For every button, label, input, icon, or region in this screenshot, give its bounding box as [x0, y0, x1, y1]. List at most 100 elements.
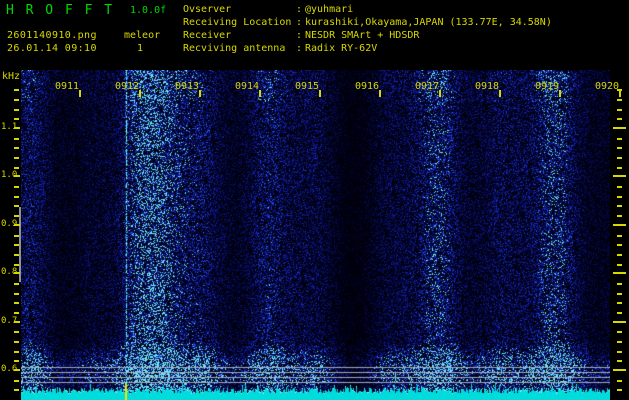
y-minor-tick-left [14, 254, 19, 256]
x-tick-label: 0916 [355, 81, 380, 92]
x-tick-mark [559, 90, 561, 97]
y-minor-tick-right [617, 196, 622, 198]
y-minor-tick-right [617, 302, 622, 304]
y-major-tick-left [14, 369, 20, 371]
band-marker-bar [19, 207, 21, 282]
y-minor-tick-left [14, 138, 19, 140]
y-minor-tick-left [14, 244, 19, 246]
info-label: Receiving Location [183, 17, 292, 28]
y-major-tick-right [613, 127, 626, 129]
y-minor-tick-right [617, 138, 622, 140]
y-minor-tick-left [14, 157, 19, 159]
y-minor-tick-right [617, 205, 622, 207]
y-minor-tick-left [14, 389, 19, 391]
x-tick-label: 0914 [235, 81, 260, 92]
info-label: Receiver [183, 30, 232, 41]
y-minor-tick-left [14, 302, 19, 304]
y-minor-tick-right [617, 157, 622, 159]
x-tick-mark [619, 90, 621, 97]
y-minor-tick-right [617, 118, 622, 120]
y-major-tick-left [14, 127, 20, 129]
y-minor-tick-right [617, 215, 622, 217]
station-channel: 1 [137, 43, 144, 54]
y-minor-tick-right [617, 264, 622, 266]
y-major-tick-right [613, 320, 626, 323]
y-minor-tick-left [14, 186, 19, 188]
station-label: meleor [124, 30, 161, 41]
app-version: 1.0.0f [130, 5, 167, 16]
x-tick-mark [139, 90, 141, 97]
y-minor-tick-right [617, 186, 622, 188]
x-tick-mark [259, 90, 261, 97]
y-minor-tick-left [14, 312, 19, 314]
y-minor-tick-left [14, 360, 19, 362]
y-minor-tick-left [14, 283, 19, 285]
x-tick-label: 0913 [175, 81, 200, 92]
info-label: Ovserver [183, 4, 232, 15]
y-minor-tick-left [14, 341, 19, 343]
y-minor-tick-left [14, 109, 19, 111]
info-row-receiver: Receiver : NESDR SMArt + HDSDR [183, 30, 419, 41]
app-title: H R O F F T [6, 3, 115, 18]
x-tick-label: 0918 [475, 81, 500, 92]
y-major-tick-right [613, 369, 626, 371]
y-minor-tick-right [617, 147, 622, 149]
y-minor-tick-left [14, 235, 19, 237]
y-minor-tick-left [14, 147, 19, 149]
x-tick-label: 0915 [295, 81, 320, 92]
y-minor-tick-left [14, 89, 19, 91]
y-minor-tick-left [14, 331, 19, 333]
y-major-tick-left [14, 320, 20, 323]
y-minor-tick-right [617, 283, 622, 285]
x-tick-mark [499, 90, 501, 97]
y-minor-tick-right [617, 331, 622, 333]
info-separator: : [296, 43, 303, 54]
y-minor-tick-right [617, 167, 622, 169]
x-tick-mark [379, 90, 381, 97]
info-label: Recviving antenna [183, 43, 286, 54]
x-tick-mark [439, 90, 441, 97]
y-minor-tick-left [14, 205, 19, 207]
x-tick-label: 0917 [415, 81, 440, 92]
y-minor-tick-right [617, 351, 622, 353]
x-tick-label: 0919 [535, 81, 560, 92]
y-minor-tick-right [617, 293, 622, 295]
y-minor-tick-right [617, 89, 622, 91]
y-minor-tick-right [617, 254, 622, 256]
y-minor-tick-left [14, 99, 19, 101]
x-tick-mark [79, 90, 81, 97]
hrofft-window: H R O F F T 1.0.0f 2601140910.png meleor… [0, 0, 629, 400]
y-minor-tick-right [617, 109, 622, 111]
info-value: NESDR SMArt + HDSDR [305, 30, 420, 41]
y-minor-tick-left [14, 118, 19, 120]
freq-unit-label: kHz [2, 71, 21, 82]
spectrogram-canvas [21, 70, 610, 400]
y-major-tick-left [14, 272, 20, 275]
y-minor-tick-right [617, 244, 622, 246]
info-value: kurashiki,Okayama,JAPAN (133.77E, 34.58N… [305, 17, 552, 28]
info-value: @yuhmari [305, 4, 354, 15]
y-minor-tick-right [617, 360, 622, 362]
x-tick-label: 0920 [595, 81, 620, 92]
y-minor-tick-left [14, 264, 19, 266]
datetime-label: 26.01.14 09:10 [7, 43, 97, 54]
x-tick-mark [319, 90, 321, 97]
y-major-tick-left [14, 223, 20, 226]
y-major-tick-right [613, 175, 626, 178]
y-minor-tick-left [14, 293, 19, 295]
y-minor-tick-left [14, 215, 19, 217]
info-row-antenna: Recviving antenna : Radix RY-62V [183, 43, 377, 54]
x-tick-label: 0912 [115, 81, 140, 92]
y-minor-tick-right [617, 99, 622, 101]
info-row-observer: Ovserver : @yuhmari [183, 4, 353, 15]
y-minor-tick-right [617, 389, 622, 391]
y-minor-tick-left [14, 196, 19, 198]
x-tick-mark [199, 90, 201, 97]
y-minor-tick-left [14, 351, 19, 353]
y-major-tick-right [613, 223, 626, 226]
y-minor-tick-right [617, 235, 622, 237]
y-minor-tick-left [14, 167, 19, 169]
y-major-tick-left [14, 175, 20, 178]
y-major-tick-right [613, 272, 626, 275]
y-minor-tick-left [14, 380, 19, 382]
